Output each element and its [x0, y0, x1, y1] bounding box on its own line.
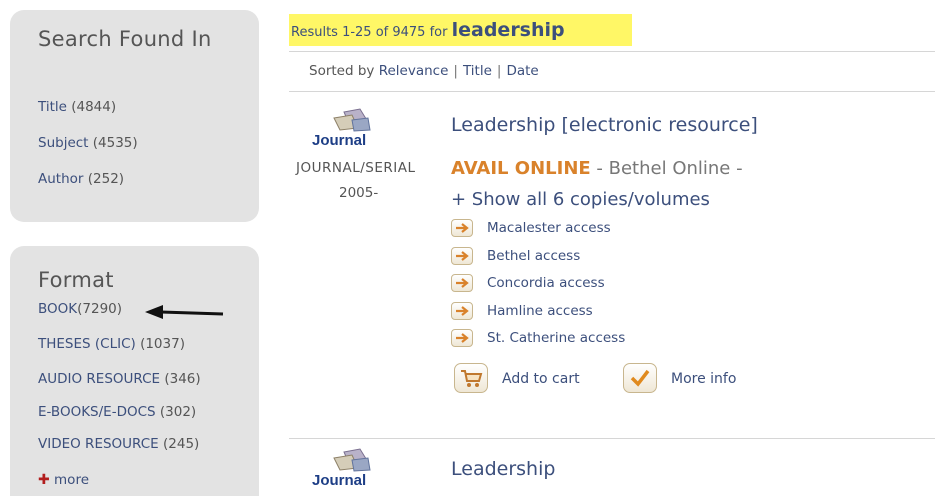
- facet-label: Subject: [38, 135, 89, 151]
- facet-more-link[interactable]: ✚ more: [38, 471, 89, 489]
- pointer-arrow-icon: [145, 305, 224, 319]
- divider: [289, 91, 935, 92]
- facet-subject[interactable]: Subject (4535): [38, 134, 138, 152]
- add-to-cart-label[interactable]: Add to cart: [502, 371, 580, 387]
- access-link-hamline[interactable]: Hamline access: [451, 300, 593, 322]
- arrow-right-icon: [451, 302, 473, 320]
- access-link-bethel[interactable]: Bethel access: [451, 245, 580, 267]
- record-date: 2005-: [339, 185, 379, 201]
- journal-thumbnail[interactable]: Journal: [308, 448, 378, 494]
- record-title-link[interactable]: Leadership [electronic resource]: [451, 114, 758, 136]
- facet-label: Author: [38, 171, 84, 187]
- facet-ebooks[interactable]: E-BOOKS/E-DOCS (302): [38, 403, 196, 421]
- facet-author[interactable]: Author (252): [38, 170, 124, 188]
- checkmark-icon: [630, 369, 650, 387]
- facet-audio-resource[interactable]: AUDIO RESOURCE (346): [38, 370, 201, 388]
- facet-label: Title: [38, 99, 67, 115]
- access-link-macalester[interactable]: Macalester access: [451, 217, 611, 239]
- access-link-concordia[interactable]: Concordia access: [451, 272, 605, 294]
- journal-thumbnail[interactable]: Journal: [308, 108, 378, 154]
- more-info-button[interactable]: [623, 363, 657, 393]
- arrow-right-icon: [451, 247, 473, 265]
- format-title: Format: [38, 268, 114, 292]
- results-count-text: Results 1-25 of 9475 for: [291, 25, 448, 40]
- facet-theses[interactable]: THESES (CLIC) (1037): [38, 335, 185, 353]
- facet-label: BOOK: [38, 301, 78, 317]
- sort-bar: Sorted by Relevance | Title | Date: [309, 63, 539, 79]
- separator: |: [496, 63, 502, 79]
- arrow-right-icon: [451, 274, 473, 292]
- sort-title-link[interactable]: Title: [463, 63, 492, 79]
- facet-count: (346): [164, 371, 201, 387]
- facet-title[interactable]: Title (4844): [38, 98, 116, 116]
- facet-count: (4844): [71, 99, 117, 115]
- availability-location[interactable]: - Bethel Online -: [596, 158, 742, 179]
- facet-count: (302): [159, 404, 197, 420]
- record-format: JOURNAL/SERIAL: [296, 160, 416, 176]
- access-label: Hamline access: [487, 303, 593, 319]
- access-label: Bethel access: [487, 248, 581, 264]
- more-info-label[interactable]: More info: [671, 371, 736, 387]
- access-label: St. Catherine access: [487, 330, 626, 346]
- facet-book[interactable]: BOOK(7290): [38, 300, 122, 318]
- separator: |: [453, 63, 458, 79]
- availability: AVAIL ONLINE - Bethel Online -: [451, 158, 743, 179]
- facet-count: (245): [163, 436, 200, 452]
- divider: [289, 51, 935, 52]
- facet-label: THESES (CLIC): [38, 336, 136, 352]
- more-label: more: [54, 472, 90, 488]
- facet-label: E-BOOKS/E-DOCS: [38, 404, 156, 420]
- record-title-link[interactable]: Leadership: [451, 458, 555, 480]
- facet-video-resource[interactable]: VIDEO RESOURCE (245): [38, 435, 199, 453]
- arrow-right-icon: [451, 329, 473, 347]
- search-found-in-title: Search Found In: [38, 27, 212, 51]
- facet-label: AUDIO RESOURCE: [38, 371, 161, 387]
- divider: [289, 438, 935, 439]
- cart-icon: [461, 370, 483, 387]
- access-link-st-catherine[interactable]: St. Catherine access: [451, 327, 625, 349]
- facet-count: (252): [87, 171, 125, 187]
- thumbnail-label: Journal: [312, 132, 367, 149]
- add-to-cart-button[interactable]: [454, 363, 488, 393]
- search-query: leadership: [451, 19, 565, 41]
- arrow-right-icon: [451, 219, 473, 237]
- sort-relevance-link[interactable]: Relevance: [379, 63, 449, 79]
- access-label: Concordia access: [487, 275, 605, 291]
- show-copies-link[interactable]: + Show all 6 copies/volumes: [451, 189, 710, 210]
- facet-count: (7290): [77, 301, 123, 317]
- facet-label: VIDEO RESOURCE: [38, 436, 159, 452]
- facet-count: (1037): [140, 336, 185, 352]
- facet-count: (4535): [92, 135, 138, 151]
- sort-label: Sorted by: [309, 63, 375, 79]
- results-summary: Results 1-25 of 9475 for leadership: [289, 14, 632, 46]
- availability-status: AVAIL ONLINE: [451, 158, 591, 179]
- search-found-in-panel: Search Found In Title (4844) Subject (45…: [10, 10, 259, 222]
- access-label: Macalester access: [487, 220, 611, 236]
- format-panel: Format BOOK(7290) THESES (CLIC) (1037) A…: [10, 246, 259, 496]
- sort-date-link[interactable]: Date: [506, 63, 538, 79]
- plus-icon: ✚: [38, 472, 50, 488]
- thumbnail-label: Journal: [312, 472, 367, 489]
